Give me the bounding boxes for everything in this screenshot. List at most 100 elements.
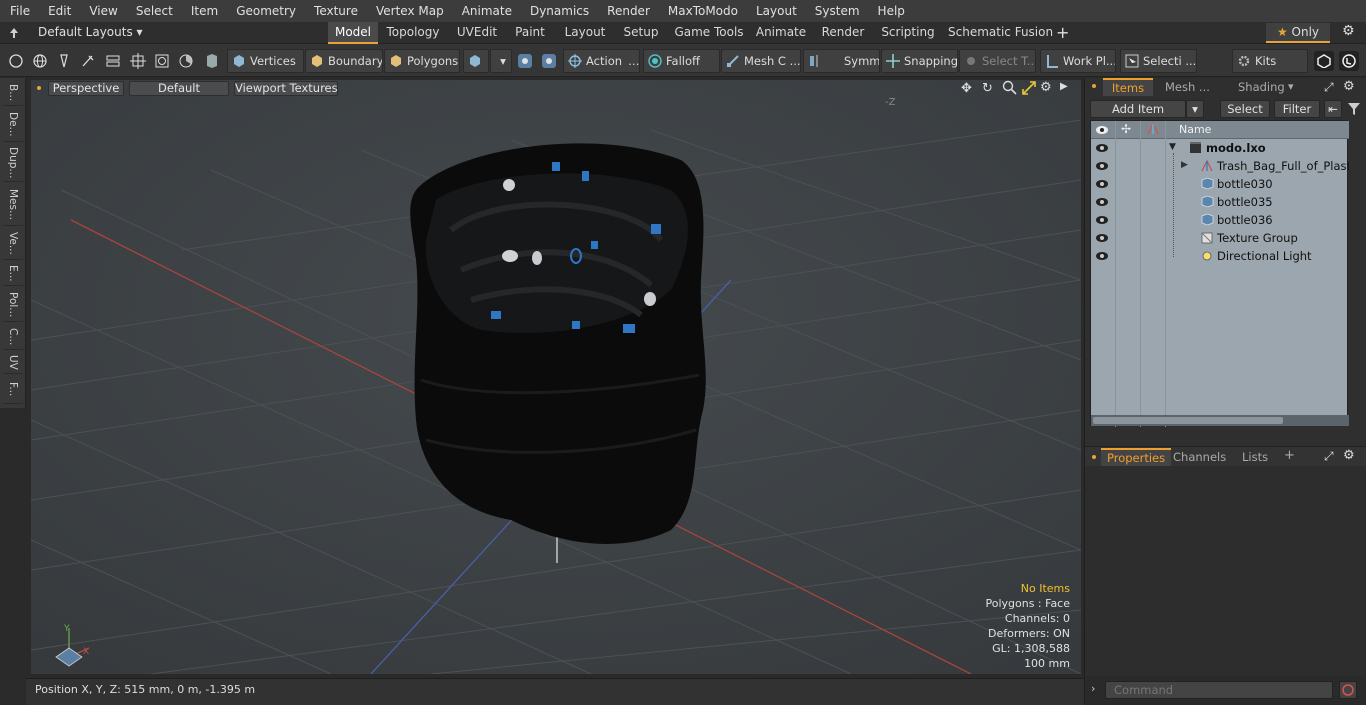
tab-items[interactable]: Items (1103, 78, 1153, 96)
symmetry-button[interactable]: Symm ... (803, 49, 880, 73)
kits-button[interactable]: Kits (1232, 49, 1308, 73)
tree-row-trash-bag[interactable]: ▶ Trash_Bag_Full_of_Plast... (1091, 157, 1349, 175)
eye-icon[interactable] (1095, 179, 1109, 192)
menu-render[interactable]: Render (597, 0, 658, 22)
eye-icon[interactable] (1095, 215, 1109, 228)
panel-gear-icon[interactable]: ⚙ (1343, 448, 1355, 463)
left-tab-edge[interactable]: E... (3, 262, 23, 286)
item-list[interactable]: ✢ Name ▼ modo.lxo ▶ Trash_Bag_Full_of_Pl… (1090, 120, 1349, 427)
mesh-constraint-button[interactable]: Mesh C ... (721, 49, 801, 73)
3d-viewport[interactable]: -Z Y X Perspective Default Viewport Text… (31, 80, 1081, 674)
menu-dynamics[interactable]: Dynamics (520, 0, 597, 22)
eye-icon[interactable] (1095, 233, 1109, 246)
tab-layout[interactable]: Layout (562, 22, 608, 44)
add-item-button[interactable]: Add Item (1090, 100, 1186, 118)
align-icon[interactable] (104, 51, 122, 71)
left-tab-duplicate[interactable]: Dup... (3, 144, 23, 182)
menu-geometry[interactable]: Geometry (226, 0, 304, 22)
move-view-icon[interactable]: ✥ (961, 81, 972, 96)
tree-row-bottle035[interactable]: bottle035 (1091, 193, 1349, 211)
tab-properties[interactable]: Properties (1101, 448, 1172, 466)
tab-render[interactable]: Render (818, 22, 868, 44)
expand-arrow-icon[interactable]: ▶ (1181, 160, 1188, 170)
tree-row-directional-light[interactable]: Directional Light (1091, 247, 1349, 265)
tab-scripting[interactable]: Scripting (880, 22, 936, 44)
timer-icon[interactable] (177, 51, 195, 71)
fit-view-icon[interactable] (1022, 81, 1036, 95)
sym-b-icon[interactable] (540, 51, 558, 71)
globe-icon[interactable] (31, 51, 49, 71)
lock-column-icon[interactable]: ✢ (1121, 122, 1131, 136)
menu-select[interactable]: Select (126, 0, 181, 22)
tab-uvedit[interactable]: UVEdit (452, 22, 502, 44)
name-column-header[interactable]: Name (1179, 123, 1211, 136)
eye-icon[interactable] (1095, 251, 1109, 264)
shield-icon[interactable] (203, 51, 221, 71)
tab-animate[interactable]: Animate (754, 22, 808, 44)
viewport-scene[interactable]: -Z Y X (31, 80, 1081, 674)
select-through-button[interactable]: Select T... (959, 49, 1036, 73)
eye-icon[interactable] (1095, 197, 1109, 210)
tree-row-modo-lxo[interactable]: ▼ modo.lxo (1091, 139, 1349, 157)
viewport-menu-dot[interactable] (37, 86, 41, 90)
funnel-icon[interactable] (1347, 102, 1361, 116)
tree-row-bottle036[interactable]: bottle036 (1091, 211, 1349, 229)
unreal-icon[interactable] (1339, 51, 1359, 71)
trash-bag-model[interactable] (410, 143, 706, 544)
selection-sets-button[interactable]: Selecti ... (1120, 49, 1197, 73)
panel-menu-dot[interactable] (1092, 84, 1096, 88)
tab-topology[interactable]: Topology (384, 22, 442, 44)
select-button[interactable]: Select (1220, 100, 1270, 118)
tab-lists[interactable]: Lists (1242, 450, 1268, 464)
left-tab-curve[interactable]: C... (3, 324, 23, 350)
panel-gear-icon[interactable]: ⚙ (1343, 79, 1355, 94)
perspective-dropdown[interactable]: Perspective (48, 81, 124, 96)
snapping-button[interactable]: Snapping (881, 49, 958, 73)
only-toggle[interactable]: ★ Only (1266, 23, 1330, 43)
viewport-more-icon[interactable]: ▶ (1060, 81, 1068, 92)
eye-icon[interactable] (1095, 143, 1109, 156)
visibility-column-eye-icon[interactable] (1095, 125, 1109, 138)
tab-schematic-fusion[interactable]: Schematic Fusion (948, 22, 1053, 44)
work-plane-button[interactable]: Work Pl... (1040, 49, 1116, 73)
pen-tool-icon[interactable] (55, 51, 73, 71)
tree-row-bottle030[interactable]: bottle030 (1091, 175, 1349, 193)
unity-icon[interactable] (1314, 51, 1334, 71)
eye-icon[interactable] (1095, 161, 1109, 174)
viewport-textures-dropdown[interactable]: Viewport Textures (234, 81, 338, 96)
menu-edit[interactable]: Edit (38, 0, 79, 22)
rotate-view-icon[interactable]: ↻ (982, 81, 993, 96)
menu-vertex-map[interactable]: Vertex Map (366, 0, 452, 22)
brush-icon[interactable] (79, 51, 97, 71)
command-input[interactable] (1105, 681, 1333, 699)
falloff-button[interactable]: Falloff (643, 49, 720, 73)
tab-shading[interactable]: Shading (1238, 80, 1285, 94)
filter-button[interactable]: Filter (1274, 100, 1320, 118)
circle-select-icon[interactable] (7, 51, 25, 71)
menu-system[interactable]: System (805, 0, 868, 22)
viewport-gear-icon[interactable]: ⚙ (1040, 80, 1052, 95)
scrollbar-thumb[interactable] (1093, 417, 1283, 424)
left-tab-uv[interactable]: UV (3, 352, 23, 374)
left-tab-polygon[interactable]: Pol... (3, 288, 23, 322)
expand-panel-icon[interactable]: ⤢ (1324, 80, 1334, 95)
vertices-button[interactable]: Vertices (227, 49, 304, 73)
action-center-button[interactable]: Action … (563, 49, 640, 73)
menu-maxtomodo[interactable]: MaxToModo (658, 0, 746, 22)
tab-setup[interactable]: Setup (620, 22, 662, 44)
shading-dropdown[interactable]: Default (129, 81, 229, 96)
layouts-dropdown[interactable]: Default Layouts ▾ (38, 25, 143, 39)
left-tab-deform[interactable]: De... (3, 108, 23, 142)
properties-menu-dot[interactable] (1092, 455, 1096, 459)
tab-channels[interactable]: Channels (1173, 450, 1226, 464)
tab-paint[interactable]: Paint (510, 22, 550, 44)
left-tab-vertex[interactable]: Ve... (3, 228, 23, 260)
menu-file[interactable]: File (0, 0, 38, 22)
polygons-button[interactable]: Polygons (384, 49, 460, 73)
expand-panel-icon[interactable]: ⤢ (1324, 449, 1334, 464)
collapse-icon[interactable]: ⇤ (1324, 100, 1342, 118)
record-icon[interactable] (1339, 681, 1357, 699)
list-scrollbar[interactable] (1091, 415, 1349, 426)
gear-icon[interactable]: ⚙ (1342, 23, 1355, 39)
left-tab-mesh-edit[interactable]: Mes... (3, 184, 23, 226)
